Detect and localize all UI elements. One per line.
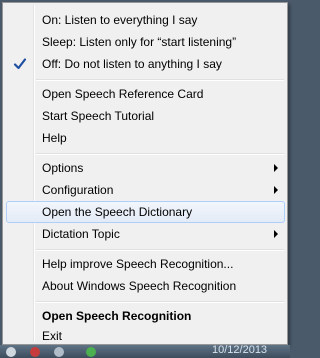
menu-item-label: Open Speech Recognition	[42, 309, 192, 323]
menu-item-help[interactable]: Help	[6, 127, 285, 149]
menu-item-open-speech-recognition[interactable]: Open Speech Recognition	[6, 305, 285, 327]
menu-item-label: Configuration	[42, 183, 114, 197]
menu-item-label: Help	[42, 131, 67, 145]
menu-item-on-listen[interactable]: On: Listen to everything I say	[6, 9, 285, 31]
speech-recognition-context-menu: On: Listen to everything I say Sleep: Li…	[2, 2, 288, 345]
taskbar-date[interactable]: 10/12/2013	[212, 344, 267, 356]
checkmark-icon	[13, 58, 27, 70]
submenu-arrow-icon	[274, 164, 278, 172]
menu-item-label: Help improve Speech Recognition...	[42, 257, 234, 271]
menu-item-speech-tutorial[interactable]: Start Speech Tutorial	[6, 105, 285, 127]
network-icon[interactable]	[54, 347, 64, 357]
menu-item-label: Options	[42, 161, 84, 175]
menu-separator	[36, 249, 284, 251]
menu-separator	[36, 79, 284, 81]
submenu-arrow-icon	[274, 186, 278, 194]
menu-separator	[36, 301, 284, 303]
microphone-icon[interactable]	[30, 347, 40, 357]
menu-item-label: About Windows Speech Recognition	[42, 279, 237, 293]
taskbar-tray: 10/12/2013	[0, 344, 290, 358]
menu-item-speech-dictionary[interactable]: Open the Speech Dictionary	[6, 201, 285, 223]
menu-item-sleep[interactable]: Sleep: Listen only for “start listening”	[6, 31, 285, 53]
menu-item-dictation-topic[interactable]: Dictation Topic	[6, 223, 285, 245]
menu-item-label: On: Listen to everything I say	[42, 13, 198, 27]
menu-item-label: Open Speech Reference Card	[42, 87, 204, 101]
menu-item-off[interactable]: Off: Do not listen to anything I say	[6, 53, 285, 75]
shield-icon[interactable]	[6, 347, 16, 357]
menu-item-label: Sleep: Listen only for “start listening”	[42, 35, 237, 49]
menu-item-options[interactable]: Options	[6, 157, 285, 179]
menu-separator	[36, 153, 284, 155]
menu-item-label: Off: Do not listen to anything I say	[42, 57, 222, 71]
menu-item-help-improve[interactable]: Help improve Speech Recognition...	[6, 253, 285, 275]
menu-item-configuration[interactable]: Configuration	[6, 179, 285, 201]
menu-item-exit[interactable]: Exit	[6, 327, 285, 343]
menu-item-label: Exit	[42, 329, 63, 343]
menu-item-label: Dictation Topic	[42, 227, 120, 241]
menu-item-about[interactable]: About Windows Speech Recognition	[6, 275, 285, 297]
menu-item-label: Open the Speech Dictionary	[42, 205, 193, 219]
volume-icon[interactable]	[86, 347, 96, 357]
menu-item-label: Start Speech Tutorial	[42, 109, 155, 123]
menu-item-speech-reference-card[interactable]: Open Speech Reference Card	[6, 83, 285, 105]
submenu-arrow-icon	[274, 230, 278, 238]
